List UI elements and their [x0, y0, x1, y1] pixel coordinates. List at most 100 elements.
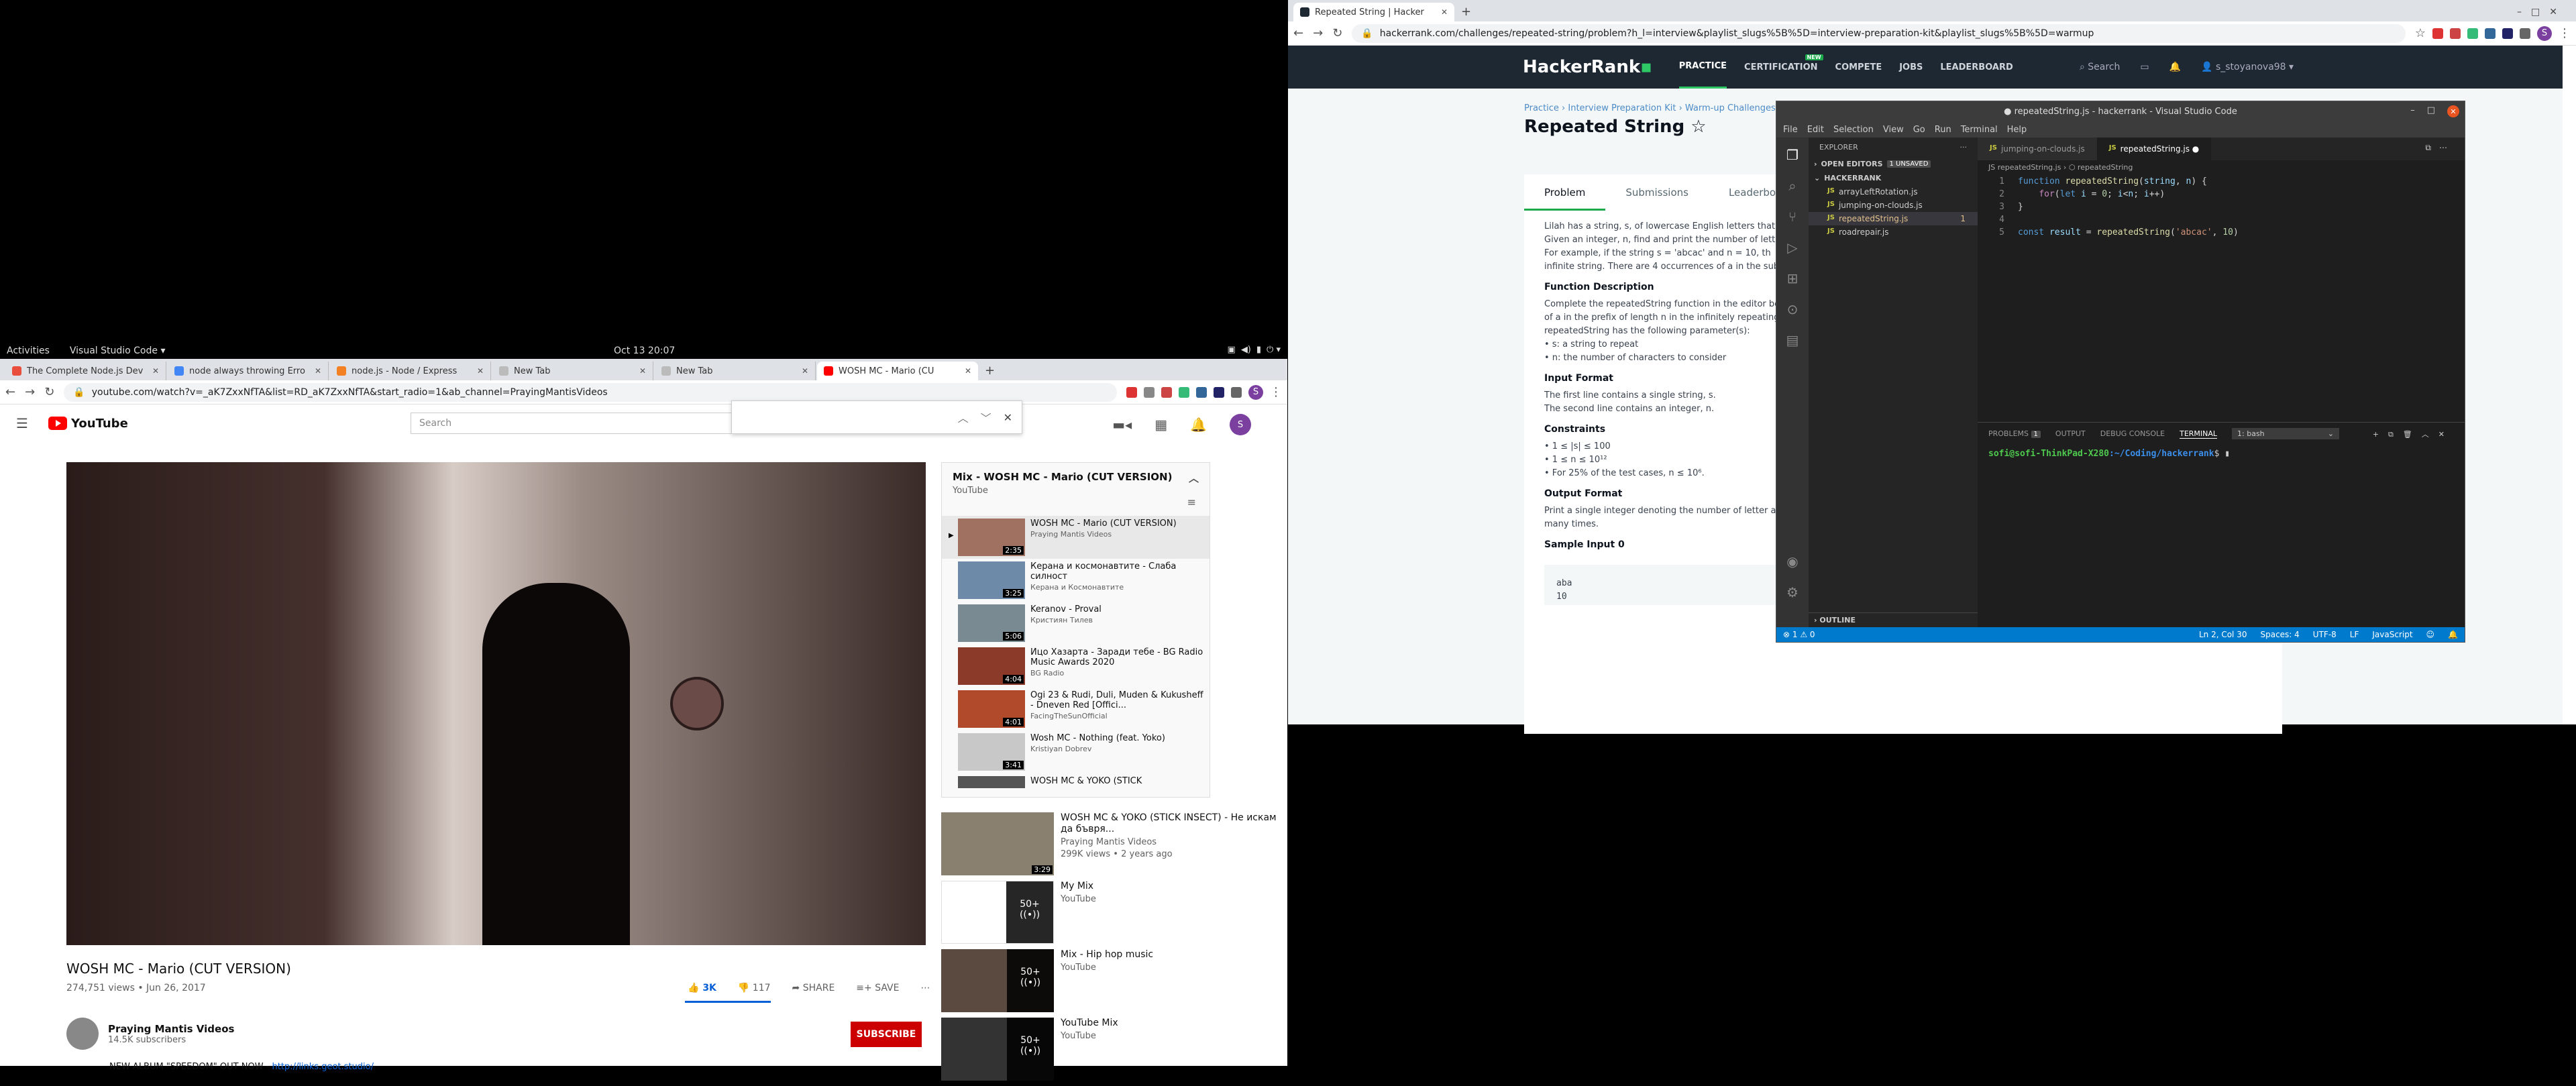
- menu-run[interactable]: Run: [1935, 125, 1951, 135]
- file-item[interactable]: JS roadrepair.js: [1809, 225, 1978, 239]
- editor-tab-active[interactable]: JS repeatedString.js ●: [2096, 138, 2212, 160]
- explorer-icon[interactable]: ❐: [1786, 147, 1799, 163]
- minimize-icon[interactable]: –: [2410, 105, 2415, 117]
- playlist-item[interactable]: 4:01 Ogi 23 & Rudi, Duli, Muden & Kukushe…: [942, 688, 1210, 730]
- split-editor-icon[interactable]: ⧉⋯: [2416, 138, 2465, 160]
- forward-icon[interactable]: →: [1313, 26, 1323, 40]
- bell-icon[interactable]: 🔔: [2169, 62, 2181, 72]
- recommendation-item[interactable]: 50+ ((•)) My Mix YouTube: [941, 881, 1277, 949]
- maximize-icon[interactable]: □: [2427, 105, 2435, 117]
- chevron-down-icon[interactable]: ﹀: [981, 409, 991, 425]
- menu-kebab-icon[interactable]: ⋮: [1270, 385, 1282, 399]
- tab-problem[interactable]: Problem: [1524, 174, 1606, 211]
- channel-name[interactable]: Praying Mantis Videos: [108, 1023, 234, 1035]
- account-icon[interactable]: ◉: [1786, 553, 1798, 569]
- system-tray[interactable]: ▣ ◀) ▮ ⏻ ▾: [1228, 345, 1281, 355]
- extension-icon[interactable]: [1126, 386, 1137, 398]
- search-box[interactable]: ⌕ Search: [2080, 62, 2120, 72]
- hackerrank-logo[interactable]: HackerRank▪: [1523, 57, 1652, 77]
- tab-problems[interactable]: PROBLEMS 1: [1988, 429, 2041, 438]
- terminal-select[interactable]: 1: bash ⌄: [2232, 428, 2340, 439]
- editor-tab[interactable]: JS jumping-on-clouds.js: [1978, 138, 2097, 160]
- playlist-item[interactable]: 3:41 Wosh MC - Nothing (feat. Yoko) Kristi…: [942, 730, 1210, 773]
- bell-icon[interactable]: 🔔: [2448, 630, 2458, 639]
- tab-new-tab-2[interactable]: New Tab ✕: [655, 362, 816, 380]
- tab-submissions[interactable]: Submissions: [1605, 174, 1709, 211]
- menu-help[interactable]: Help: [2007, 125, 2027, 135]
- extensions-icon[interactable]: ⊞: [1787, 270, 1799, 286]
- extension-icon[interactable]: [2450, 28, 2461, 39]
- puzzle-icon[interactable]: [2520, 28, 2530, 39]
- new-tab-button[interactable]: +: [1456, 5, 1477, 21]
- indentation[interactable]: Spaces: 4: [2260, 630, 2299, 639]
- tab-nodejs-course[interactable]: The Complete Node.js Dev ✕: [5, 362, 166, 380]
- menu-file[interactable]: File: [1783, 125, 1798, 135]
- tab-terminal[interactable]: TERMINAL: [2180, 429, 2218, 439]
- extension-icon[interactable]: [2432, 28, 2443, 39]
- reload-icon[interactable]: ↻: [44, 385, 54, 399]
- recommendation-item[interactable]: 50+ ((•)) Mix - Hip hop music YouTube: [941, 949, 1277, 1018]
- close-icon[interactable]: ✕: [965, 366, 971, 376]
- dislike-button[interactable]: 👎 117: [738, 983, 771, 993]
- description-link[interactable]: http://links.geot.studio/: [272, 1062, 374, 1072]
- window-controls[interactable]: –□✕: [2508, 7, 2576, 21]
- share-button[interactable]: ➦ SHARE: [792, 983, 835, 993]
- extension-icon[interactable]: [1161, 386, 1172, 398]
- encoding[interactable]: UTF-8: [2313, 630, 2337, 639]
- remote-icon[interactable]: ⊙: [1787, 301, 1799, 317]
- puzzle-icon[interactable]: [1231, 386, 1242, 398]
- new-tab-button[interactable]: +: [979, 364, 1000, 380]
- close-icon[interactable]: ✕: [1441, 7, 1448, 17]
- search-icon[interactable]: ⌕: [1788, 178, 1796, 194]
- open-editors-section[interactable]: › OPEN EDITORS 1 UNSAVED: [1809, 157, 1978, 171]
- file-item[interactable]: JS arrayLeftRotation.js: [1809, 185, 1978, 199]
- hamburger-icon[interactable]: ☰: [16, 415, 28, 431]
- window-titlebar[interactable]: ● repeatedString.js - hackerrank - Visua…: [1776, 101, 2465, 121]
- back-icon[interactable]: ←: [1293, 26, 1303, 40]
- tab-stackoverflow[interactable]: node.js - Node / Express ✕: [330, 362, 491, 380]
- save-button[interactable]: ≡+ SAVE: [856, 983, 899, 993]
- extension-icon[interactable]: [2485, 28, 2496, 39]
- messages-icon[interactable]: ▭: [2140, 62, 2149, 72]
- chevron-up-icon[interactable]: ︿: [1189, 471, 1199, 485]
- tab-debug-console[interactable]: DEBUG CONSOLE: [2100, 429, 2165, 438]
- address-bar[interactable]: 🔒 youtube.com/watch?v=_aK7ZxxNfTA&list=RD…: [64, 382, 1117, 402]
- recommendation-item[interactable]: 3:29 WOSH MC & YOKO (STICK INSECT) - Не и…: [941, 812, 1277, 881]
- create-video-icon[interactable]: ▬◂: [1112, 417, 1132, 433]
- nav-certification[interactable]: CERTIFICATION NEW: [1744, 54, 1823, 72]
- activities-button[interactable]: Activities: [7, 345, 50, 356]
- playlist-item[interactable]: 4:04 Ицо Хазарта - Заради тебе - BG Radio…: [942, 645, 1210, 688]
- playlist-options-icon[interactable]: ≡: [942, 496, 1210, 516]
- problems-status[interactable]: ⊗ 1 ⚠ 0: [1783, 630, 1815, 639]
- close-icon[interactable]: ✕: [1004, 411, 1012, 424]
- nav-jobs[interactable]: JOBS: [1899, 62, 1923, 72]
- menu-go[interactable]: Go: [1913, 125, 1925, 135]
- reload-icon[interactable]: ↻: [1332, 26, 1342, 40]
- playlist-item[interactable]: 5:06 Keranov - Proval Кристиян Тилев: [942, 602, 1210, 645]
- source-control-icon[interactable]: ⑂: [1788, 209, 1796, 225]
- settings-gear-icon[interactable]: ⚙: [1786, 584, 1799, 600]
- nav-compete[interactable]: COMPETE: [1835, 62, 1882, 72]
- more-icon[interactable]: ···: [1960, 143, 1968, 152]
- feedback-icon[interactable]: ☺: [2426, 630, 2435, 639]
- user-menu[interactable]: 👤 s_stoyanova98 ▾: [2201, 62, 2294, 72]
- tab-output[interactable]: OUTPUT: [2055, 429, 2086, 438]
- menu-terminal[interactable]: Terminal: [1961, 125, 1998, 135]
- find-in-page-bar[interactable]: ︿ ﹀ ✕: [731, 400, 1022, 434]
- tab-google-search[interactable]: node always throwing Erro ✕: [168, 362, 329, 380]
- tab-new-tab[interactable]: New Tab ✕: [492, 362, 653, 380]
- file-item[interactable]: JS jumping-on-clouds.js: [1809, 199, 1978, 212]
- run-debug-icon[interactable]: ▷: [1787, 239, 1797, 256]
- apps-grid-icon[interactable]: ▦: [1155, 417, 1167, 433]
- terminal-output[interactable]: sofi@sofi-ThinkPad-X280:~/Coding/hackerr…: [1978, 445, 2465, 463]
- docker-icon[interactable]: ▤: [1786, 332, 1799, 348]
- profile-avatar[interactable]: S: [1248, 384, 1263, 400]
- address-bar[interactable]: 🔒 hackerrank.com/challenges/repeated-stri…: [1352, 23, 2406, 43]
- playlist-item[interactable]: ▶ 2:35 WOSH MC - Mario (CUT VERSION) Prayin…: [942, 516, 1210, 559]
- extension-icon[interactable]: [2502, 28, 2513, 39]
- star-icon[interactable]: ☆: [2415, 26, 2426, 40]
- extension-icon[interactable]: [1144, 386, 1155, 398]
- close-icon[interactable]: ✕: [477, 366, 484, 376]
- close-icon[interactable]: ✕: [315, 366, 321, 376]
- bell-icon[interactable]: 🔔: [1190, 417, 1207, 433]
